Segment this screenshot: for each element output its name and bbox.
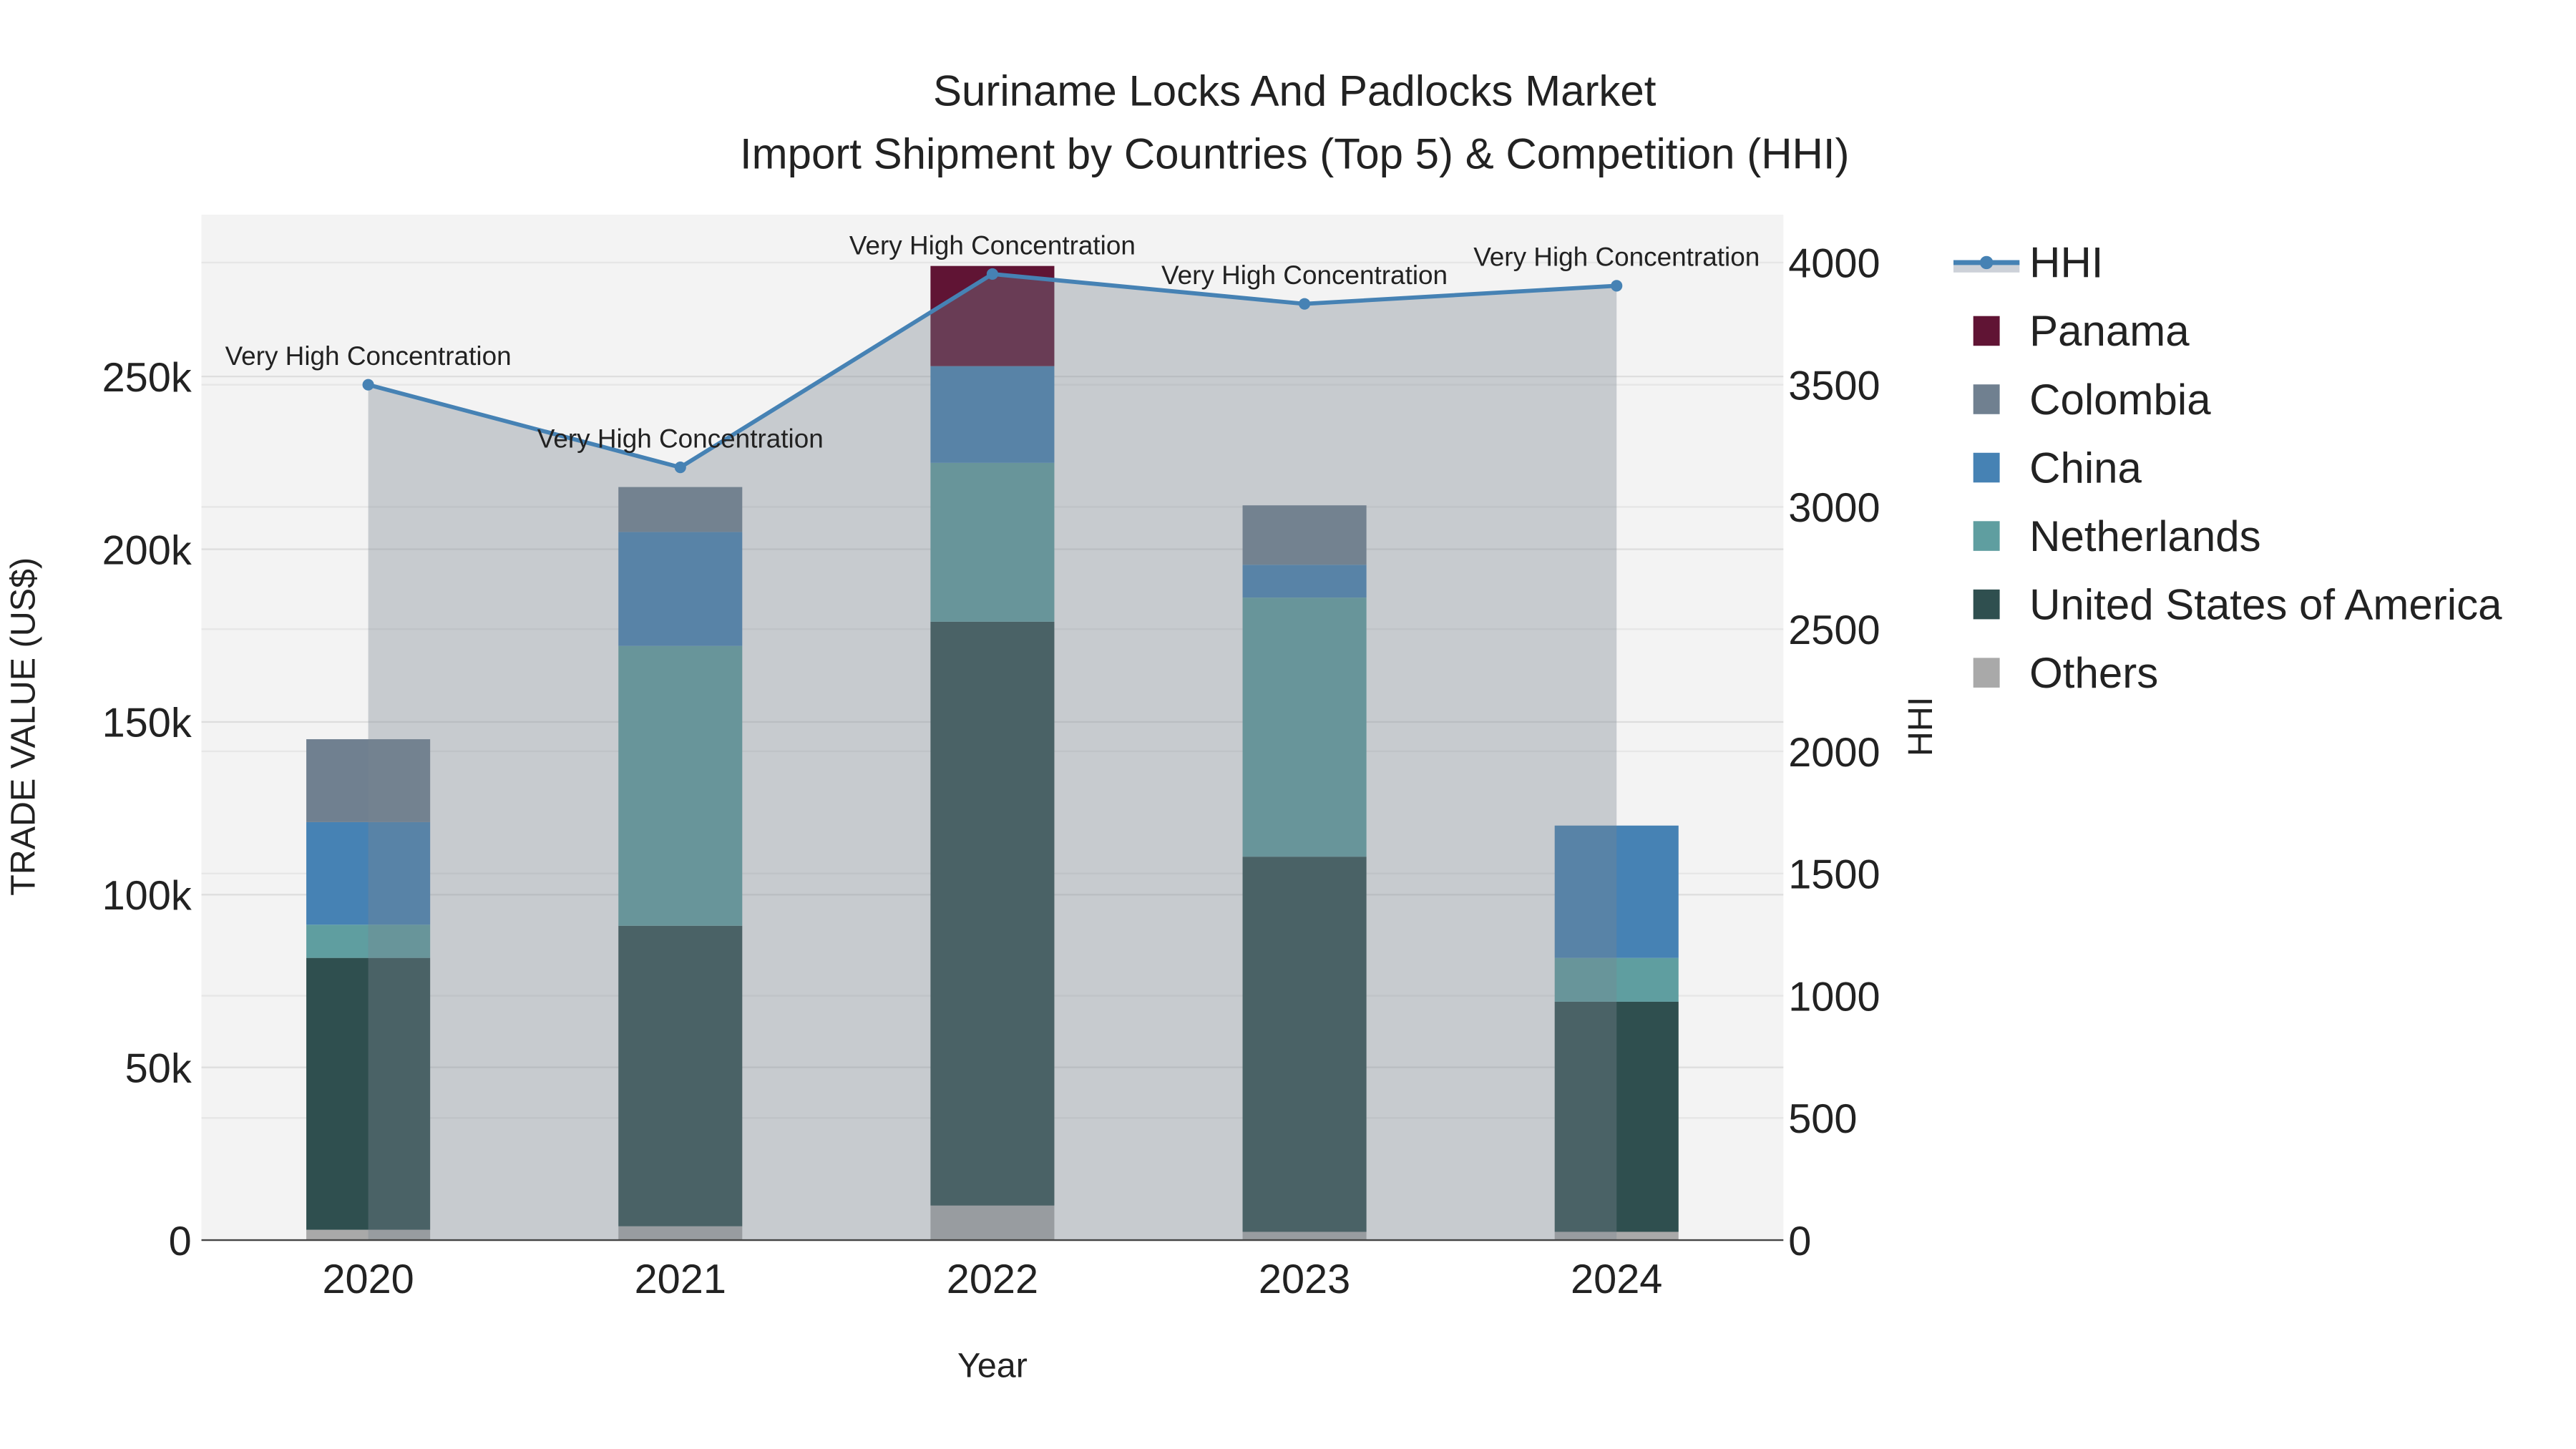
legend-item-china: China	[1973, 444, 2142, 492]
x-tick-label: 2021	[635, 1257, 726, 1302]
hhi-point-2022	[986, 268, 998, 280]
legend-item-colombia: Colombia	[1973, 376, 2211, 424]
legend-label: China	[2029, 444, 2142, 492]
hhi-annotation: Very High Concentration	[1473, 243, 1760, 272]
y-tick-label: 50k	[125, 1045, 192, 1091]
y2-tick-label: 0	[1788, 1219, 1811, 1264]
y2-tick-label: 2500	[1788, 608, 1880, 653]
y-tick-label: 100k	[102, 873, 192, 919]
y2-tick-label: 1000	[1788, 974, 1880, 1020]
hhi-point-2023	[1299, 298, 1311, 310]
y-tick-label: 0	[169, 1219, 192, 1264]
y2-axis-title: HHI	[1901, 697, 1940, 756]
legend-item-hhi: HHI	[1953, 239, 2103, 287]
legend-label: HHI	[2029, 239, 2103, 287]
y-tick-label: 200k	[102, 527, 192, 573]
hhi-point-2020	[362, 379, 374, 391]
y-tick-label: 250k	[102, 355, 192, 401]
chart-subtitle: Import Shipment by Countries (Top 5) & C…	[740, 130, 1850, 177]
legend-label: Panama	[2029, 307, 2190, 355]
legend-swatch	[1973, 589, 2000, 620]
y-axis-title: TRADE VALUE (US$)	[4, 557, 42, 896]
hhi-annotation: Very High Concentration	[537, 424, 824, 453]
legend-item-panama: Panama	[1973, 307, 2190, 355]
y-tick-label: 150k	[102, 701, 192, 746]
hhi-annotation: Very High Concentration	[225, 341, 512, 371]
legend-item-united-states-of-america: United States of America	[1973, 580, 2502, 628]
legend-swatch	[1973, 521, 2000, 551]
x-tick-label: 2023	[1259, 1257, 1350, 1302]
y2-tick-label: 3000	[1788, 485, 1880, 531]
legend: HHI Panama Colombia China Netherlands United …	[1953, 239, 2502, 697]
legend-swatch	[1973, 452, 2000, 483]
legend-item-netherlands: Netherlands	[1973, 512, 2261, 560]
legend-item-others: Others	[1973, 649, 2158, 697]
legend-swatch	[1973, 316, 2000, 346]
legend-hhi-marker	[1979, 255, 1994, 270]
hhi-annotation: Very High Concentration	[849, 230, 1136, 260]
y2-tick-label: 4000	[1788, 241, 1880, 287]
y2-tick-label: 500	[1788, 1096, 1857, 1142]
x-tick-label: 2022	[947, 1257, 1038, 1302]
hhi-point-2024	[1611, 280, 1623, 292]
chart-title: Suriname Locks And Padlocks Market	[933, 67, 1657, 115]
x-tick-label: 2020	[322, 1257, 414, 1302]
x-axis-title: Year	[957, 1347, 1028, 1385]
y2-tick-label: 2000	[1788, 730, 1880, 776]
y2-tick-label: 3500	[1788, 363, 1880, 409]
legend-swatch	[1973, 384, 2000, 414]
hhi-point-2021	[674, 462, 686, 474]
legend-label: Netherlands	[2029, 512, 2261, 560]
y2-tick-label: 1500	[1788, 852, 1880, 898]
x-tick-label: 2024	[1571, 1257, 1662, 1302]
legend-label: United States of America	[2029, 580, 2502, 628]
legend-swatch	[1973, 658, 2000, 688]
legend-label: Others	[2029, 649, 2158, 697]
chart: Very High Concentration Very High Concent…	[4, 67, 2502, 1385]
legend-label: Colombia	[2029, 376, 2211, 424]
hhi-annotation: Very High Concentration	[1161, 260, 1448, 290]
